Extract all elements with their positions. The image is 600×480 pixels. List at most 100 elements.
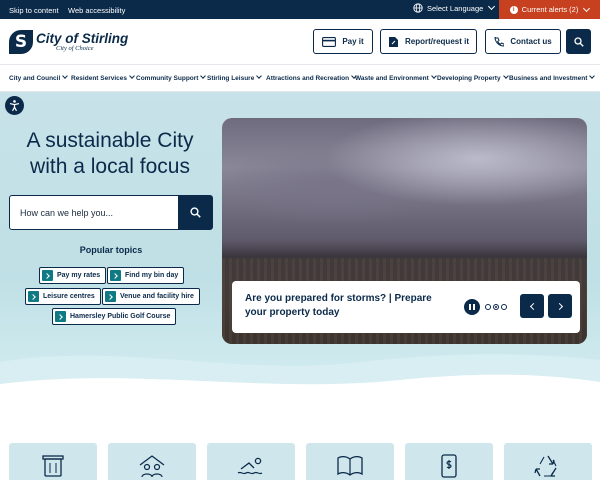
- service-card-library[interactable]: [306, 443, 394, 480]
- photo-horizon: [222, 240, 587, 260]
- chevron-down-icon: [502, 73, 509, 79]
- slide-caption-link[interactable]: Are you prepared for storms? | Prepare y…: [245, 292, 455, 320]
- chevron-right-icon: [28, 291, 39, 302]
- slide-dot-3[interactable]: [501, 304, 507, 310]
- recycle-icon: [534, 455, 557, 477]
- slide-dot-2[interactable]: [493, 304, 499, 310]
- nav-item-city-and-council[interactable]: City and Council: [9, 73, 69, 82]
- nav-label: Stirling Leisure: [207, 75, 255, 82]
- search-icon: [189, 207, 201, 218]
- chevron-right-icon: [105, 291, 116, 302]
- people-home-icon: [139, 455, 165, 478]
- pause-slideshow-button[interactable]: [464, 299, 480, 315]
- hero-title: A sustainable City with a local focus: [0, 128, 220, 180]
- chevron-down-icon: [583, 4, 591, 12]
- nav-item-community-support[interactable]: Community Support: [136, 73, 207, 82]
- chevron-right-icon: [555, 302, 563, 310]
- contact-us-button[interactable]: Contact us: [485, 29, 561, 54]
- nav-label: Developing Property: [437, 75, 501, 82]
- service-cards: [0, 402, 600, 480]
- info-icon: i: [509, 5, 518, 14]
- report-request-label: Report/request it: [404, 37, 469, 46]
- service-card-bins[interactable]: [9, 443, 97, 480]
- hero-title-line-1: A sustainable City: [26, 129, 194, 152]
- language-selector[interactable]: Select Language: [413, 2, 496, 13]
- nav-label: Business and Investment: [509, 75, 588, 82]
- search-input[interactable]: How can we help you...: [20, 208, 113, 218]
- web-accessibility-link[interactable]: Web accessibility: [68, 6, 125, 15]
- chevron-right-icon: [110, 270, 121, 281]
- chevron-right-icon: [42, 270, 53, 281]
- topic-label: Leisure centres: [43, 293, 95, 300]
- nav-label: Waste and Environment: [355, 75, 429, 82]
- topic-hamersley-golf-course[interactable]: Hamersley Public Golf Course: [52, 308, 177, 325]
- popular-topics-heading: Popular topics: [79, 245, 143, 255]
- nav-item-waste-environment[interactable]: Waste and Environment: [355, 73, 437, 82]
- accessibility-icon: [9, 100, 20, 112]
- accessibility-button[interactable]: [5, 96, 24, 115]
- swimmer-icon: [237, 457, 263, 475]
- pay-it-button[interactable]: Pay it: [313, 29, 373, 54]
- contact-us-label: Contact us: [510, 37, 552, 46]
- nav-label: City and Council: [9, 75, 61, 82]
- previous-slide-button[interactable]: [520, 294, 544, 318]
- topic-venue-facility-hire[interactable]: Venue and facility hire: [102, 288, 200, 305]
- logo-mark: S: [9, 30, 33, 54]
- pay-it-label: Pay it: [342, 37, 364, 46]
- chevron-left-icon: [529, 302, 537, 310]
- header-search-button[interactable]: [566, 29, 591, 54]
- bin-icon: [42, 455, 64, 477]
- site-logo[interactable]: S City of Stirling City of Choice: [9, 30, 128, 54]
- service-card-leisure[interactable]: [207, 443, 295, 480]
- topic-label: Hamersley Public Golf Course: [70, 313, 171, 320]
- nav-item-attractions-recreation[interactable]: Attractions and Recreation: [266, 73, 357, 82]
- slide-caption-panel: Are you prepared for storms? | Prepare y…: [232, 281, 580, 333]
- chevron-down-icon: [488, 2, 496, 11]
- topic-pay-my-rates[interactable]: Pay my rates: [39, 267, 107, 284]
- service-card-community[interactable]: [108, 443, 196, 480]
- search-submit-button[interactable]: [178, 196, 212, 229]
- hero-section: A sustainable City with a local focus Ho…: [0, 92, 600, 402]
- topic-label: Pay my rates: [57, 272, 101, 279]
- globe-icon: [413, 3, 423, 13]
- hero-title-line-2: with a local focus: [30, 155, 190, 178]
- utility-bar: Skip to content Web accessibility Select…: [0, 0, 600, 19]
- topic-leisure-centres[interactable]: Leisure centres: [25, 288, 101, 305]
- chevron-down-icon: [430, 73, 437, 79]
- service-card-recycling[interactable]: [504, 443, 592, 480]
- chevron-right-icon: [55, 311, 66, 322]
- current-alerts-button[interactable]: i Current alerts (2): [499, 0, 600, 19]
- nav-label: Attractions and Recreation: [266, 75, 350, 82]
- nav-label: Community Support: [136, 75, 199, 82]
- report-request-button[interactable]: Report/request it: [380, 29, 477, 54]
- logo-tagline: City of Choice: [56, 45, 94, 52]
- site-header: S City of Stirling City of Choice Pay it…: [0, 19, 600, 65]
- document-edit-icon: [388, 36, 398, 47]
- book-icon: [337, 455, 363, 476]
- nav-item-resident-services[interactable]: Resident Services: [71, 73, 135, 82]
- next-slide-button[interactable]: [548, 294, 572, 318]
- topic-find-my-bin-day[interactable]: Find my bin day: [107, 267, 185, 284]
- slide-dot-1[interactable]: [485, 304, 491, 310]
- chevron-down-icon: [129, 73, 135, 79]
- nav-item-developing-property[interactable]: Developing Property: [437, 73, 509, 82]
- skip-to-content-link[interactable]: Skip to content: [9, 6, 59, 15]
- chevron-down-icon: [200, 73, 207, 79]
- phone-payment-icon: [441, 454, 457, 478]
- card-icon: [322, 36, 337, 47]
- service-card-payments[interactable]: [405, 443, 493, 480]
- nav-item-stirling-leisure[interactable]: Stirling Leisure: [207, 73, 263, 82]
- chevron-down-icon: [62, 73, 69, 79]
- chevron-down-icon: [256, 73, 263, 79]
- alerts-label: Current alerts (2): [521, 5, 579, 14]
- decorative-wave: [0, 354, 600, 402]
- search-icon: [573, 36, 584, 47]
- nav-label: Resident Services: [71, 75, 128, 82]
- topic-label: Find my bin day: [125, 272, 179, 279]
- main-nav: City and Council Resident Services Commu…: [0, 65, 600, 92]
- hero-search: How can we help you...: [9, 195, 213, 230]
- phone-icon: [494, 36, 505, 47]
- nav-item-business-investment[interactable]: Business and Investment: [509, 73, 596, 82]
- topic-label: Venue and facility hire: [120, 293, 194, 300]
- logo-name: City of Stirling: [36, 31, 129, 46]
